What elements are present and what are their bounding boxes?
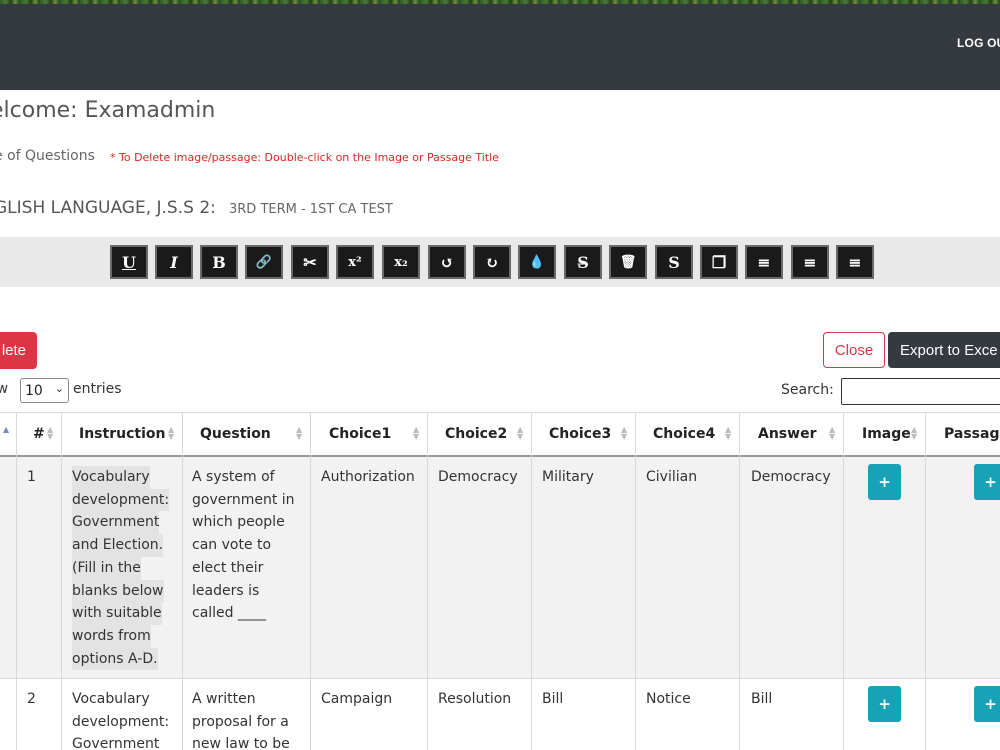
cell-question-line: government in [192, 491, 295, 508]
cell-question-line: called ____ [192, 605, 267, 622]
cell-instruction-line: with suitable [72, 602, 162, 625]
column-header-passage[interactable]: Passage [944, 426, 1000, 442]
column-divider [16, 412, 17, 750]
cell-instruction-line: development: [72, 488, 170, 512]
column-divider [531, 412, 532, 750]
cell-num: 2 [27, 691, 36, 707]
table-top-border [0, 412, 1000, 413]
cell-choice3: Military [542, 469, 594, 485]
exam-admin-page: LOG OU elcome: Examadmin e of Questions … [0, 0, 1000, 750]
column-divider [739, 412, 740, 750]
cell-instruction-line: Government [72, 736, 160, 750]
cell-instruction-line: blanks below [72, 579, 164, 603]
column-header-image[interactable]: Image [862, 426, 911, 442]
cell-instruction-line: and Election. [72, 534, 164, 557]
column-header-instruction[interactable]: Instruction [79, 426, 165, 442]
column-divider [925, 412, 926, 750]
cell-choice3: Bill [542, 691, 564, 707]
column-header-choice2[interactable]: Choice2 [445, 426, 507, 442]
table-header-border [0, 455, 1000, 457]
cell-answer: Bill [751, 691, 773, 707]
cell-instruction-line: Vocabulary [72, 466, 150, 489]
column-header-choice4[interactable]: Choice4 [653, 426, 715, 442]
column-header-choice1[interactable]: Choice1 [329, 426, 391, 442]
cell-choice4: Notice [646, 691, 691, 707]
sort-icon[interactable]: ▲ ▼ [621, 426, 627, 441]
sort-icon[interactable]: ▲ ▼ [296, 426, 302, 441]
cell-instruction-line: Vocabulary [72, 691, 150, 707]
column-header-answer[interactable]: Answer [758, 426, 816, 442]
column-divider [310, 412, 311, 750]
column-divider [843, 412, 844, 750]
add-image-button[interactable]: + [868, 464, 901, 500]
cell-choice1: Campaign [321, 691, 393, 707]
cell-answer: Democracy [751, 469, 831, 485]
row-divider [0, 678, 1000, 679]
cell-instruction-line: options A-D. [72, 647, 158, 671]
sort-icon[interactable]: ▲ ▼ [725, 426, 731, 441]
cell-question-line: can vote to [192, 537, 272, 554]
cell-question-line: leaders is [192, 582, 260, 599]
sort-icon[interactable]: ▲ ▼ [829, 426, 835, 441]
column-header-choice3[interactable]: Choice3 [549, 426, 611, 442]
column-header-number[interactable]: # [33, 426, 45, 442]
cell-choice2: Democracy [438, 469, 518, 485]
cell-question-line: A system of [192, 469, 275, 485]
cell-choice4: Civilian [646, 469, 698, 485]
cell-instruction-line: development: [72, 713, 170, 730]
column-divider [427, 412, 428, 750]
column-divider [61, 412, 62, 750]
cell-question-line: new law to be [192, 736, 290, 750]
column-header-question[interactable]: Question [200, 426, 271, 442]
column-divider [182, 412, 183, 750]
sort-icon[interactable]: ▲ ▼ [47, 426, 53, 441]
add-passage-button[interactable]: + [974, 464, 1000, 500]
add-image-button[interactable]: + [868, 686, 901, 722]
cell-question-line: elect their [192, 559, 264, 576]
questions-table: ▲ # ▲ ▼ Instruction ▲ ▼ Question ▲ ▼ Choice… [0, 0, 1000, 750]
cell-instruction-line: (Fill in the [72, 556, 141, 580]
sort-asc-icon[interactable]: ▲ [3, 426, 9, 434]
cell-num: 1 [27, 469, 36, 485]
sort-icon[interactable]: ▲ ▼ [413, 426, 419, 441]
cell-instruction-line: words from [72, 624, 151, 648]
sort-icon[interactable]: ▲ ▼ [168, 426, 174, 441]
sort-icon[interactable]: ▲ ▼ [911, 426, 917, 441]
cell-question-line: which people [192, 514, 285, 531]
sort-icon[interactable]: ▲ ▼ [517, 426, 523, 441]
cell-choice1: Authorization [321, 469, 415, 485]
cell-question-line: A written [192, 691, 256, 707]
cell-choice2: Resolution [438, 691, 512, 707]
cell-question-line: proposal for a [192, 713, 289, 730]
column-divider [635, 412, 636, 750]
add-passage-button[interactable]: + [974, 686, 1000, 722]
cell-instruction-line: Government [72, 511, 160, 535]
